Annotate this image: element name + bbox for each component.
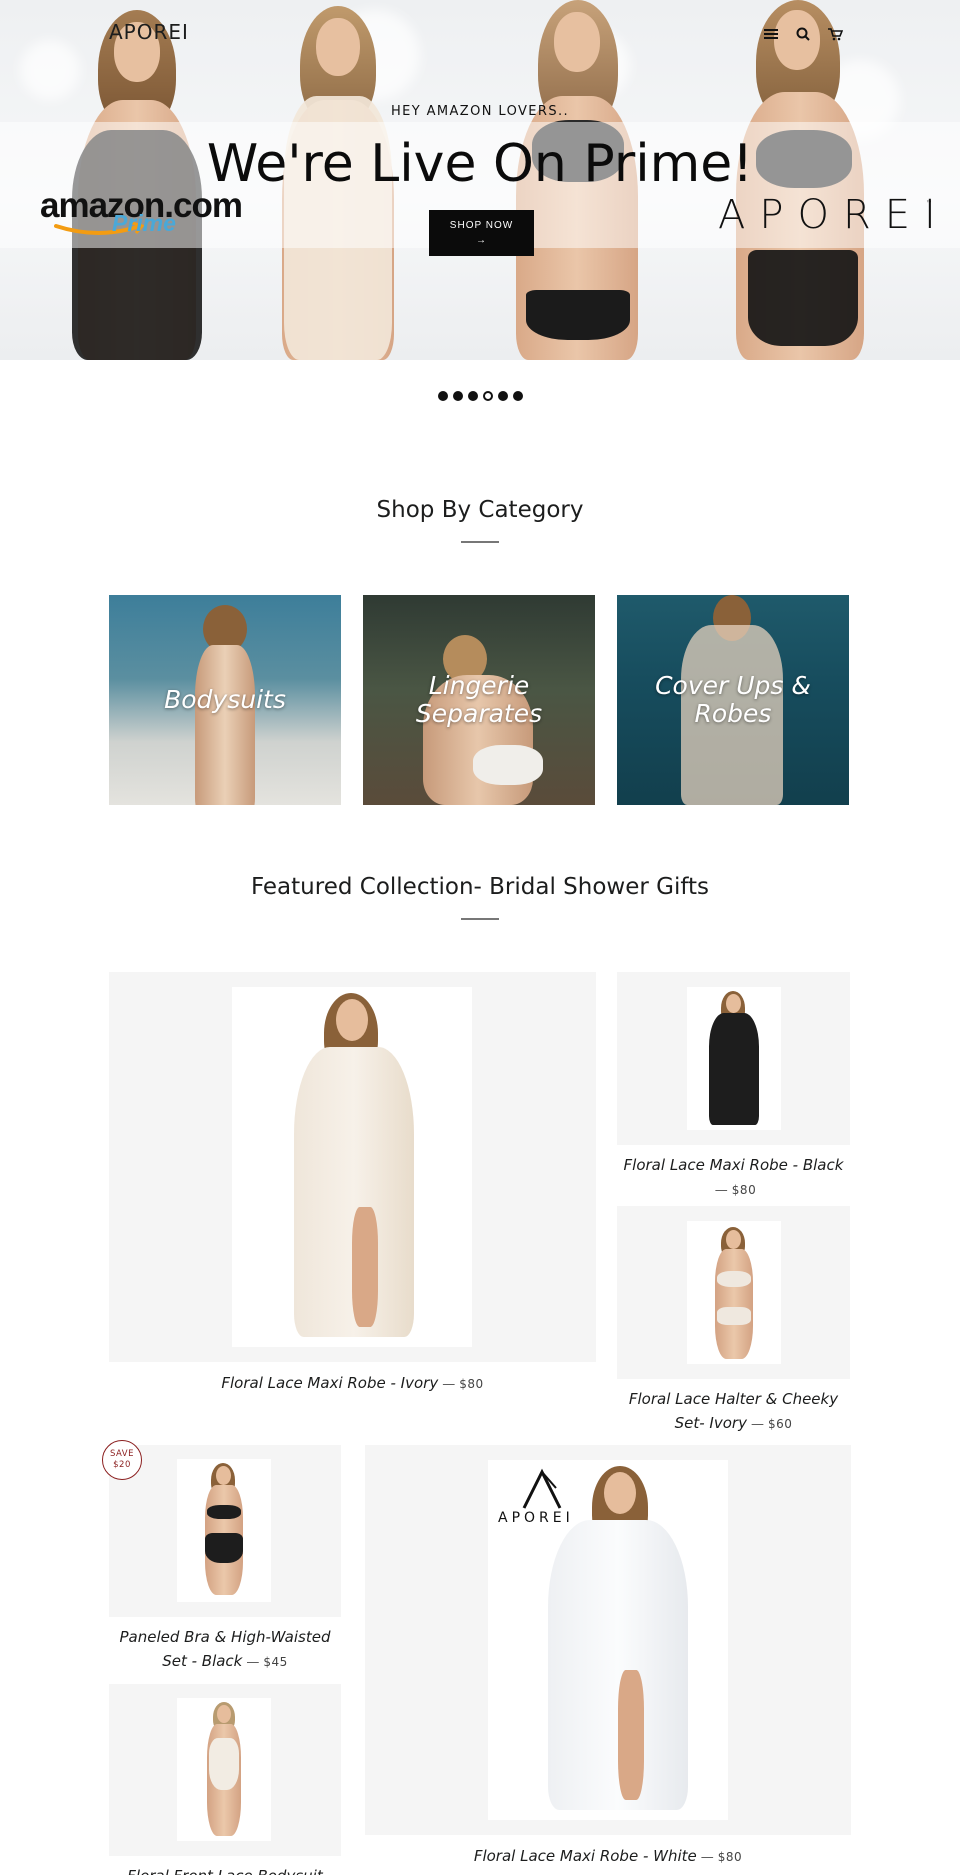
category-label: Bodysuits (164, 685, 286, 714)
product-card-black-robe: Floral Lace Maxi Robe - Black — $80 (617, 1153, 850, 1203)
category-bodysuits[interactable]: Bodysuits (109, 595, 341, 805)
arrow-right-icon: → (476, 235, 487, 246)
slide-dot-1[interactable] (437, 391, 448, 401)
product-title[interactable]: Floral Front Lace Bodysuit (127, 1867, 322, 1875)
product-price: $80 (459, 1377, 484, 1391)
save-badge: SAVE $20 (102, 1440, 142, 1480)
slideshow-pagination (0, 391, 960, 401)
price-separator: — (246, 1655, 260, 1670)
slide-dot-2[interactable] (452, 391, 463, 401)
slide-dot-5[interactable] (497, 391, 508, 401)
product-price: $45 (263, 1655, 288, 1669)
trademark-symbol: ™ (926, 200, 932, 207)
product-card-lace-bodysuit: Floral Front Lace Bodysuit (109, 1864, 341, 1875)
shop-by-category-title: Shop By Category (376, 497, 584, 523)
search-icon[interactable] (792, 24, 814, 44)
section-divider (461, 918, 499, 920)
product-card-ivory-robe: Floral Lace Maxi Robe - Ivory — $80 (109, 1371, 596, 1397)
header-icons (760, 24, 846, 44)
hero-title: We're Live On Prime! (206, 134, 754, 194)
product-title[interactable]: Floral Lace Maxi Robe - White (474, 1847, 697, 1865)
cart-icon[interactable] (824, 24, 846, 44)
slide-dot-4[interactable] (482, 391, 493, 401)
shop-now-label: SHOP NOW (449, 220, 514, 231)
prime-wordmark: Prime (112, 210, 176, 236)
menu-icon[interactable] (760, 24, 782, 44)
site-logo[interactable]: APOREI (109, 20, 189, 44)
product-price: $60 (767, 1417, 793, 1431)
product-card-halter-set: Floral Lace Halter & Cheeky Set- Ivory — $… (617, 1387, 850, 1437)
section-divider (461, 541, 499, 543)
product-brand-logo: APOREI (498, 1510, 574, 1526)
shop-now-button[interactable]: SHOP NOW → (429, 210, 534, 256)
product-image-ivory-robe[interactable] (109, 972, 596, 1362)
save-badge-line2: $20 (113, 1460, 131, 1470)
slide-dot-3[interactable] (467, 391, 478, 401)
price-separator: — (750, 1417, 764, 1432)
price-separator: — (700, 1850, 714, 1865)
product-card-white-robe: Floral Lace Maxi Robe - White — $80 (365, 1844, 851, 1870)
product-image-black-robe[interactable] (617, 972, 850, 1145)
product-price: $80 (731, 1183, 757, 1197)
price-separator: — (442, 1377, 456, 1392)
product-card-paneled-bra-set: Paneled Bra & High-Waisted Set - Black — $… (109, 1625, 341, 1675)
product-title[interactable]: Floral Lace Maxi Robe - Black (617, 1153, 850, 1177)
product-title[interactable]: Floral Lace Maxi Robe - Ivory (221, 1374, 438, 1392)
price-separator: — (714, 1183, 728, 1198)
hero-slideshow: amazon.com Prime APOREI ™ HEY AMAZON LOV… (0, 0, 960, 360)
product-title[interactable]: Floral Lace Halter & Cheeky Set- Ivory (629, 1390, 838, 1432)
product-price: $80 (717, 1850, 743, 1864)
product-image-halter-set[interactable] (617, 1206, 850, 1379)
product-image-paneled-bra-set[interactable] (109, 1445, 341, 1617)
category-lingerie-separates[interactable]: Lingerie Separates (363, 595, 595, 805)
category-cover-ups-robes[interactable]: Cover Ups & Robes (617, 595, 849, 805)
category-label: Lingerie Separates (415, 671, 543, 728)
save-badge-line1: SAVE (109, 1449, 134, 1459)
featured-collection-title: Featured Collection- Bridal Shower Gifts (250, 874, 710, 900)
hero-eyebrow: HEY AMAZON LOVERS.. (390, 104, 570, 119)
product-title[interactable]: Paneled Bra & High-Waisted Set - Black (120, 1628, 331, 1670)
product-image-white-robe[interactable]: APOREI (365, 1445, 851, 1835)
category-label: Cover Ups & Robes (655, 671, 811, 728)
product-image-lace-bodysuit[interactable] (109, 1684, 341, 1856)
aporei-brand-icon (522, 1468, 562, 1509)
slide-dot-6[interactable] (512, 391, 523, 401)
hero-brand-mark: APOREI (718, 192, 950, 238)
